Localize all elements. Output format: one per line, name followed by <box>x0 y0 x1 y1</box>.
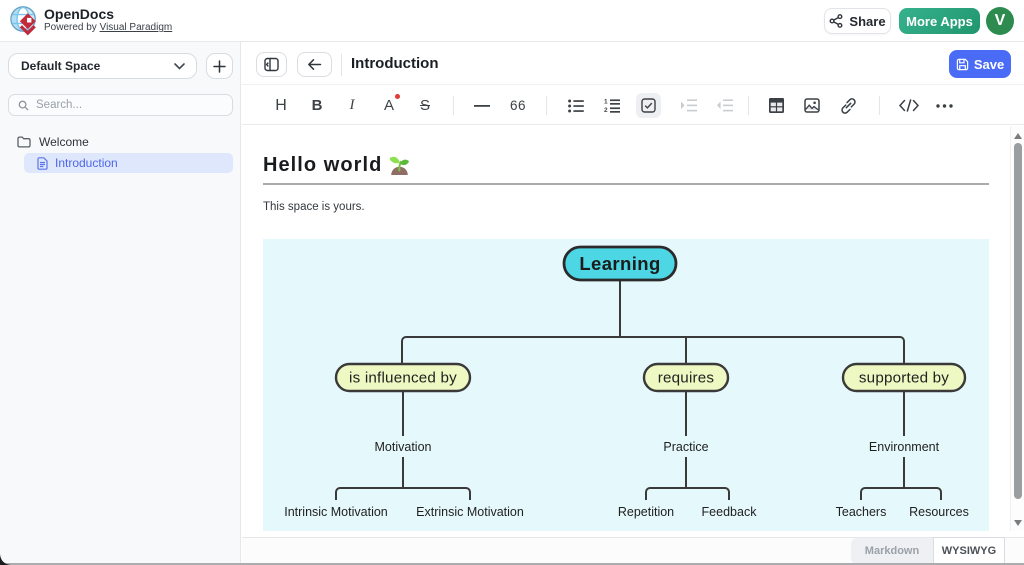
svg-text:1: 1 <box>604 99 608 106</box>
svg-text:Extrinsic Motivation: Extrinsic Motivation <box>416 505 524 519</box>
svg-text:Repetition: Repetition <box>618 505 674 519</box>
svg-text:is influenced by: is influenced by <box>349 370 457 387</box>
svg-text:Environment: Environment <box>869 440 940 454</box>
svg-text:Teachers: Teachers <box>836 505 887 519</box>
svg-text:Practice: Practice <box>663 440 708 454</box>
svg-text:Learning: Learning <box>579 253 660 274</box>
svg-text:supported by: supported by <box>859 370 949 387</box>
svg-text:requires: requires <box>658 370 715 387</box>
svg-text:Motivation: Motivation <box>375 440 432 454</box>
svg-text:Feedback: Feedback <box>702 505 758 519</box>
svg-text:2: 2 <box>604 107 608 113</box>
svg-text:Resources: Resources <box>909 505 969 519</box>
svg-text:Intrinsic Motivation: Intrinsic Motivation <box>284 505 388 519</box>
